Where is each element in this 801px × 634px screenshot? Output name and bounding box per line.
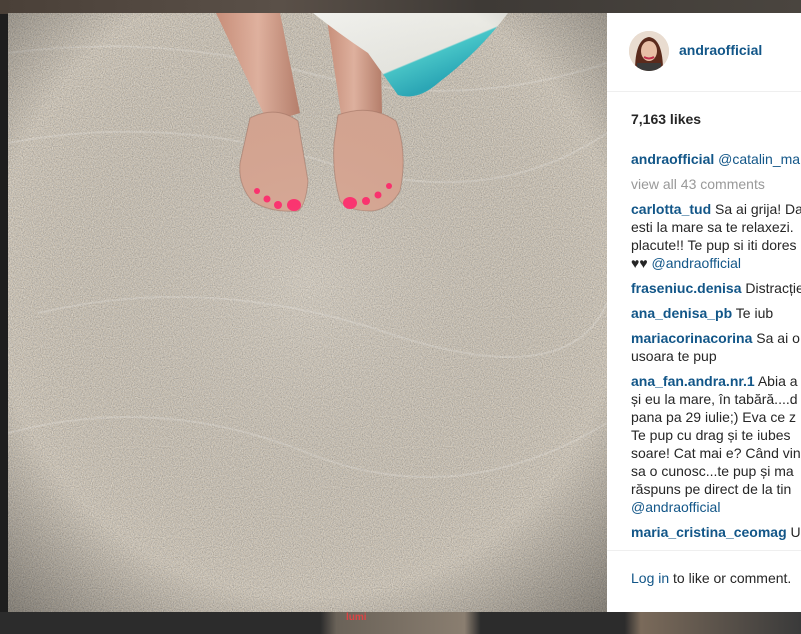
comment-text: usoara te pup <box>631 348 717 364</box>
comment-text: Sa ai o <box>756 330 800 346</box>
comment-text: sa o cunosc...te pup și ma <box>631 463 794 479</box>
post-photo[interactable] <box>8 13 607 612</box>
comment-text: U <box>790 524 801 540</box>
comment-mention[interactable]: @andraofficial <box>631 498 801 516</box>
comment-text: placute!! Te pup si iti dores <box>631 237 797 253</box>
comment-username[interactable]: ana_fan.andra.nr.1 <box>631 373 755 389</box>
comment-text: ♥♥ <box>631 255 652 271</box>
comment-mention[interactable]: @andraofficial <box>652 255 741 271</box>
comment-item: mariacorinacorina Sa ai o usoara te pup <box>631 329 801 365</box>
comment-text: Distracție <box>745 280 801 296</box>
like-count[interactable]: 7,163 likes <box>631 111 701 127</box>
login-prompt-text: to like or comment. <box>669 570 792 586</box>
comment-text: Abia a <box>757 373 798 389</box>
view-all-comments-link[interactable]: view all 43 comments <box>631 175 801 193</box>
comment-text: esti la mare sa te relaxezi. <box>631 219 794 235</box>
comment-username[interactable]: maria_cristina_ceomag <box>631 524 787 540</box>
comment-username[interactable]: carlotta_tud <box>631 201 711 217</box>
comment-username[interactable]: mariacorinacorina <box>631 330 752 346</box>
post-username[interactable]: andraofficial <box>679 42 762 58</box>
caption-username[interactable]: andraofficial <box>631 151 714 167</box>
comment-username[interactable]: ana_denisa_pb <box>631 305 732 321</box>
login-prompt: Log in to like or comment. <box>631 570 791 586</box>
comment-text: Sa ai grija! Da <box>715 201 801 217</box>
comment-username[interactable]: fraseniuc.denisa <box>631 280 742 296</box>
comment-text: Te iub <box>735 305 774 321</box>
user-avatar[interactable] <box>629 31 669 71</box>
background-thumbnail-text: lumi <box>346 612 367 623</box>
comment-text: pana pa 29 iulie;) Eva ce z <box>631 409 796 425</box>
comment-list: andraofficial @catalin_ma view all 43 co… <box>631 150 801 546</box>
caption: andraofficial @catalin_ma <box>631 150 801 168</box>
comment-item: ana_denisa_pb Te iub <box>631 304 801 322</box>
caption-mention[interactable]: @catalin_ma <box>718 151 800 167</box>
comment-item: fraseniuc.denisa Distracție <box>631 279 801 297</box>
comment-item: maria_cristina_ceomag U <box>631 523 801 541</box>
background-grid-top <box>0 0 801 14</box>
comment-item: ana_fan.andra.nr.1 Abia a și eu la mare,… <box>631 372 801 516</box>
comment-text: Te pup cu drag și te iubes <box>631 427 791 443</box>
comment-text: răspuns pe direct de la tin <box>631 481 792 497</box>
beach-feet-photo <box>8 13 607 612</box>
login-link[interactable]: Log in <box>631 570 669 586</box>
comment-text: și eu la mare, în tabără....d <box>631 391 798 407</box>
post-side-panel: andraofficial 7,163 likes andraofficial … <box>607 13 801 612</box>
post-footer: Log in to like or comment. <box>607 550 801 612</box>
comment-text: soare! Cat mai e? Când vin <box>631 445 801 461</box>
background-grid-bottom <box>0 612 801 634</box>
post-header: andraofficial <box>607 13 801 92</box>
comment-item: carlotta_tud Sa ai grija! Da esti la mar… <box>631 200 801 272</box>
